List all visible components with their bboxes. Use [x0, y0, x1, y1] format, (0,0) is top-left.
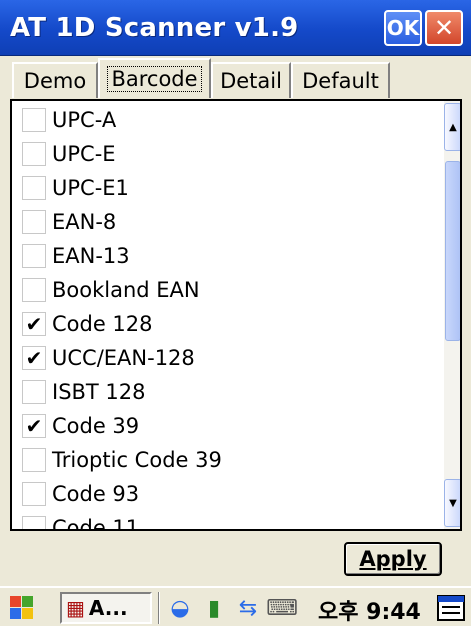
list-item-label: UCC/EAN-128 [52, 346, 195, 370]
list-item[interactable]: UPC-E [12, 137, 432, 171]
list-item-label: Trioptic Code 39 [52, 448, 222, 472]
list-item[interactable]: EAN-8 [12, 205, 432, 239]
list-item-label: Code 11 [52, 516, 140, 531]
checkbox[interactable] [22, 108, 46, 132]
tab-label: Demo [23, 69, 87, 93]
task-label: A... [88, 596, 128, 620]
tab-detail[interactable]: Detail [211, 62, 291, 98]
sync-icon[interactable]: ⇆ [234, 594, 262, 622]
network-icon[interactable]: ◒ [166, 594, 194, 622]
list-item[interactable]: Trioptic Code 39 [12, 443, 432, 477]
battery-icon[interactable]: ▮ [200, 594, 228, 622]
list-item-label: Code 128 [52, 312, 153, 336]
checkbox[interactable] [22, 380, 46, 404]
list-item[interactable]: ✔ UCC/EAN-128 [12, 341, 432, 375]
tab-barcode[interactable]: Barcode [98, 58, 211, 98]
apply-button[interactable]: Apply [344, 542, 442, 576]
checkbox[interactable] [22, 482, 46, 506]
scroll-down-icon[interactable]: ▼ [444, 479, 460, 527]
list-item[interactable]: ✔ Code 128 [12, 307, 432, 341]
ok-button[interactable]: OK [384, 10, 422, 46]
tray-separator [158, 592, 160, 624]
keyboard-icon[interactable]: ⌨ [266, 594, 298, 622]
checkbox[interactable] [22, 210, 46, 234]
list-item-label: UPC-E1 [52, 176, 129, 200]
checkbox[interactable] [22, 516, 46, 529]
list-item-label: ISBT 128 [52, 380, 146, 404]
checkbox[interactable] [22, 142, 46, 166]
list-item[interactable]: UPC-E1 [12, 171, 432, 205]
scanner-app-icon: ▦ [66, 596, 85, 620]
clock[interactable]: 오후 9:44 [318, 594, 421, 626]
close-button[interactable]: ✕ [425, 10, 463, 46]
checkbox[interactable] [22, 278, 46, 302]
windows-flag-icon[interactable] [8, 594, 36, 622]
list-item-label: Bookland EAN [52, 278, 200, 302]
checkbox-checked[interactable]: ✔ [22, 414, 46, 438]
vertical-scrollbar[interactable]: ▲ ▼ [444, 101, 460, 529]
list-item[interactable]: Code 93 [12, 477, 432, 511]
task-button-scanner[interactable]: ▦ A... [60, 592, 152, 624]
checkbox-checked[interactable]: ✔ [22, 346, 46, 370]
list-item[interactable]: EAN-13 [12, 239, 432, 273]
checkbox[interactable] [22, 244, 46, 268]
tab-default[interactable]: Default [291, 62, 390, 98]
taskbar: ▦ A... ◒ ▮ ⇆ ⌨ 오후 9:44 [0, 586, 471, 626]
tab-demo[interactable]: Demo [12, 62, 98, 98]
list-item-label: UPC-E [52, 142, 116, 166]
list-item[interactable]: ISBT 128 [12, 375, 432, 409]
tab-label: Barcode [107, 66, 202, 92]
title-bar: AT 1D Scanner v1.9 OK ✕ [0, 0, 471, 56]
window-title: AT 1D Scanner v1.9 [10, 13, 299, 43]
checkbox[interactable] [22, 176, 46, 200]
list-item-label: Code 39 [52, 414, 140, 438]
tab-label: Default [302, 69, 379, 93]
scroll-up-icon[interactable]: ▲ [444, 103, 460, 151]
list-item[interactable]: Bookland EAN [12, 273, 432, 307]
list-item-label: EAN-8 [52, 210, 117, 234]
input-panel-icon[interactable] [436, 594, 466, 622]
barcode-list: UPC-A UPC-E UPC-E1 EAN-8 EAN-13 Bookland EAN ✔… [10, 99, 462, 531]
tab-label: Detail [220, 69, 282, 93]
checkbox[interactable] [22, 448, 46, 472]
list-item[interactable]: ✔ Code 39 [12, 409, 432, 443]
list-item[interactable]: Code 11 [12, 511, 432, 531]
checkbox-checked[interactable]: ✔ [22, 312, 46, 336]
list-item-label: EAN-13 [52, 244, 130, 268]
scroll-thumb[interactable] [445, 161, 460, 341]
list-item-label: UPC-A [52, 108, 117, 132]
list-item[interactable]: UPC-A [12, 103, 432, 137]
list-item-label: Code 93 [52, 482, 140, 506]
